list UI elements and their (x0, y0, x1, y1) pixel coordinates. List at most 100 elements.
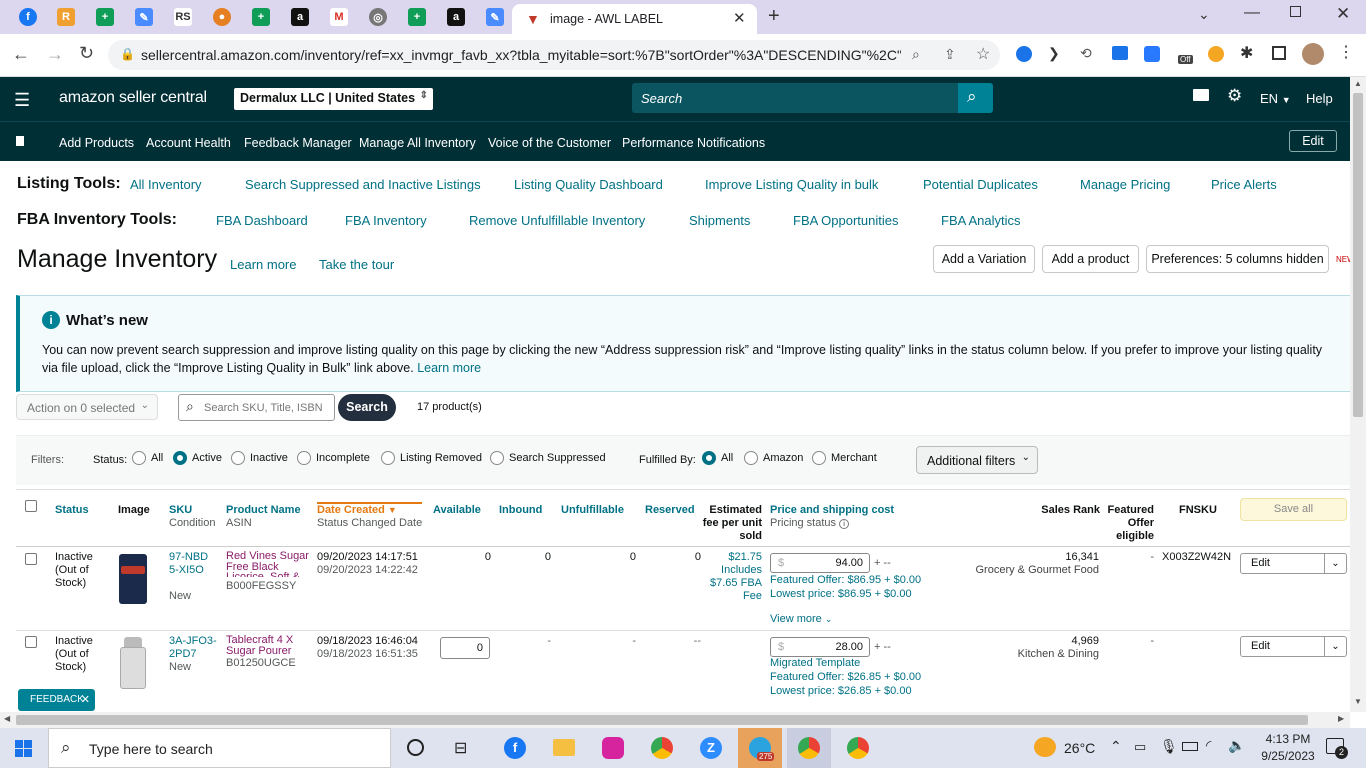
horizontal-scroll-thumb[interactable] (16, 715, 1308, 725)
tool-listing-quality[interactable]: Listing Quality Dashboard (514, 177, 663, 192)
extensions-puzzle-icon[interactable]: ✱ (1240, 43, 1253, 63)
back-icon[interactable]: ← (12, 44, 30, 65)
tab-favicon-r[interactable]: R (57, 8, 75, 26)
reload-icon[interactable]: ↻ (79, 43, 94, 64)
microphone-icon[interactable]: 🎙 (1160, 738, 1178, 755)
tool-all-inventory[interactable]: All Inventory (130, 177, 202, 192)
gear-icon[interactable]: ⚙ (1227, 86, 1242, 106)
row-product-name[interactable]: Red Vines Sugar Free Black Licorice, Sof… (226, 551, 311, 577)
seller-central-logo[interactable]: amazon seller central (59, 89, 207, 107)
horizontal-scrollbar[interactable]: ◀ ▶ (0, 712, 1350, 728)
preferences-button[interactable]: Preferences: 5 columns hidden (1146, 245, 1329, 273)
extension-icon-1[interactable] (1016, 46, 1032, 62)
meet-now-icon[interactable]: ▭ (1134, 739, 1146, 755)
zoom-app-icon[interactable]: Z (700, 737, 722, 759)
zoom-icon[interactable]: ⌕ (912, 46, 920, 63)
nav-performance-notifications[interactable]: Performance Notifications (622, 136, 765, 150)
col-available[interactable]: Available (433, 504, 481, 517)
row-fee[interactable]: $21.75 Includes $7.65 FBA Fee (706, 551, 762, 603)
language-selector[interactable]: EN ▼ (1260, 91, 1291, 106)
price-input[interactable]: $ 94.00 (770, 553, 870, 573)
save-all-button[interactable]: Save all (1240, 498, 1347, 521)
status-active-radio[interactable]: Active (173, 451, 222, 465)
clock-time[interactable]: 4:13 PM (1262, 732, 1314, 746)
instagram-icon[interactable] (602, 737, 624, 759)
tab-favicon-pencil[interactable]: ✎ (135, 8, 153, 26)
gmail-tab-icon[interactable]: M (330, 8, 348, 26)
tool-potential-duplicates[interactable]: Potential Duplicates (923, 177, 1038, 192)
select-all-checkbox[interactable] (25, 500, 37, 512)
mail-icon[interactable] (1193, 89, 1209, 101)
tool-improve-quality[interactable]: Improve Listing Quality in bulk (705, 177, 878, 192)
product-image-redvines[interactable] (119, 554, 147, 604)
row-edit-button[interactable]: Edit ⌄ (1240, 636, 1347, 657)
extension-icon-2[interactable]: ❯ (1048, 45, 1060, 62)
maximize-icon[interactable] (1290, 6, 1301, 17)
fulfilled-amazon-radio[interactable]: Amazon (744, 451, 803, 465)
tool-manage-pricing[interactable]: Manage Pricing (1080, 177, 1170, 192)
lowest-price[interactable]: Lowest price: $26.85 + $0.00 (770, 685, 912, 698)
facebook-tab-icon[interactable]: f (19, 8, 37, 26)
sheets-tab-icon-3[interactable]: + (408, 8, 426, 26)
row-checkbox[interactable] (25, 553, 37, 565)
fba-dashboard-link[interactable]: FBA Dashboard (216, 213, 308, 228)
status-removed-radio[interactable]: Listing Removed (381, 451, 482, 465)
row-checkbox[interactable] (25, 636, 37, 648)
nav-add-products[interactable]: Add Products (59, 136, 134, 150)
header-search-button[interactable]: ⌕ (958, 83, 993, 113)
weather-icon[interactable] (1034, 737, 1056, 757)
chrome-icon[interactable] (651, 737, 673, 759)
col-date-created[interactable]: Date Created ▼ Status Changed Date (317, 502, 423, 530)
price-input[interactable]: $ 28.00 (770, 637, 870, 657)
status-inactive-radio[interactable]: Inactive (231, 451, 288, 465)
tray-chevron-icon[interactable]: ⌃ (1110, 738, 1122, 755)
tab-active[interactable]: ▼ image - AWL LABEL ✕ (512, 4, 757, 34)
tool-price-alerts[interactable]: Price Alerts (1211, 177, 1277, 192)
tab-search-icon[interactable]: ⌄ (1198, 6, 1210, 23)
feedback-button[interactable]: FEEDBACK ✕ (18, 689, 95, 711)
edit-dropdown-icon[interactable]: ⌄ (1324, 554, 1346, 573)
volume-icon[interactable]: 🔈 (1228, 737, 1245, 754)
chrome-alt-icon[interactable] (847, 737, 869, 759)
featured-offer-price[interactable]: Featured Offer: $26.85 + $0.00 (770, 671, 921, 684)
row-sku-link[interactable]: 3A-JFO3-2PD7 (169, 635, 219, 661)
status-incomplete-radio[interactable]: Incomplete (297, 451, 370, 465)
new-tab-icon[interactable]: + (768, 5, 780, 28)
col-reserved[interactable]: Reserved (645, 504, 695, 517)
product-image-sugar-pourer[interactable] (120, 637, 146, 689)
scroll-down-icon[interactable]: ▼ (1354, 697, 1362, 706)
nav-feedback-manager[interactable]: Feedback Manager (244, 136, 352, 150)
col-product-name[interactable]: Product Name ASIN (226, 504, 301, 530)
sheets-tab-icon[interactable]: + (96, 8, 114, 26)
remove-unfulfillable-link[interactable]: Remove Unfulfillable Inventory (469, 213, 645, 228)
col-sku[interactable]: SKU Condition (169, 504, 215, 530)
chrome-profile-icon[interactable] (787, 728, 831, 768)
wifi-icon[interactable]: ◜ (1206, 737, 1211, 754)
info-circle-icon[interactable]: i (839, 519, 850, 529)
side-panel-icon[interactable] (1272, 46, 1286, 60)
vertical-scroll-thumb[interactable] (1353, 93, 1363, 417)
temperature[interactable]: 26°C (1064, 740, 1095, 756)
extension-icon-4[interactable] (1112, 46, 1128, 60)
fba-analytics-link[interactable]: FBA Analytics (941, 213, 1020, 228)
hamburger-menu-icon[interactable]: ☰ (14, 90, 30, 111)
edit-dropdown-icon[interactable]: ⌄ (1324, 637, 1346, 656)
col-price[interactable]: Price and shipping cost Pricing status i (770, 504, 894, 530)
cortana-icon[interactable] (407, 739, 424, 756)
account-switcher[interactable]: Dermalux LLC | United States ⇕ (234, 88, 433, 110)
learn-more-link[interactable]: Learn more (230, 257, 296, 272)
whats-new-learn-more[interactable]: Learn more (417, 361, 481, 375)
amazon-tab-icon-2[interactable]: a (447, 8, 465, 26)
add-variation-button[interactable]: Add a Variation (933, 245, 1035, 273)
view-more-link[interactable]: View more ⌄ (770, 613, 832, 626)
scroll-left-icon[interactable]: ◀ (4, 714, 10, 723)
extension-icon-6[interactable] (1208, 46, 1224, 62)
row-edit-button[interactable]: Edit ⌄ (1240, 553, 1347, 574)
profile-avatar[interactable] (1302, 43, 1324, 65)
nav-account-health[interactable]: Account Health (146, 136, 231, 150)
nav-edit-button[interactable]: Edit (1289, 130, 1337, 152)
inventory-search-input[interactable]: ⌕ Search SKU, Title, ISBN (178, 394, 335, 421)
row-product-name[interactable]: Tablecraft 4 X Sugar Pourer (226, 635, 306, 657)
extension-icon-3[interactable]: ⟲ (1080, 45, 1092, 62)
omnibox[interactable]: 🔒 sellercentral.amazon.com/inventory/ref… (108, 40, 1000, 70)
